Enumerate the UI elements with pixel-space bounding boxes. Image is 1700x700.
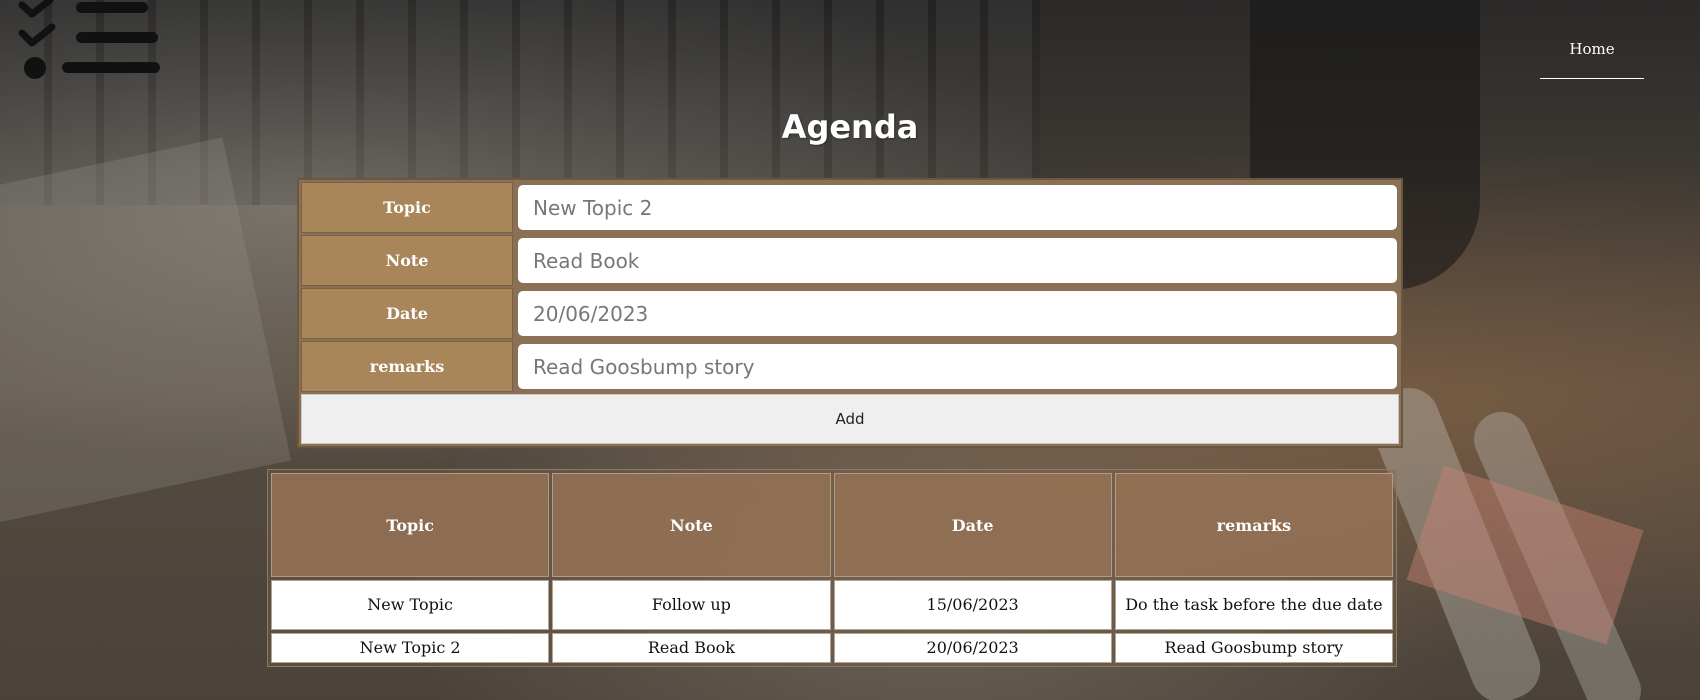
header-note: Note xyxy=(552,473,831,577)
header-topic: Topic xyxy=(271,473,550,577)
cell-topic: New Topic 2 xyxy=(271,633,550,663)
cell-note: Read Book xyxy=(552,633,831,663)
remarks-cell xyxy=(516,341,1399,392)
cell-date: 15/06/2023 xyxy=(833,580,1112,630)
background-sticky-note xyxy=(1406,465,1644,645)
checklist-icon[interactable] xyxy=(18,0,163,82)
date-input[interactable] xyxy=(518,291,1397,336)
agenda-table: Topic Note Date remarks New Topic Follow… xyxy=(267,469,1397,667)
form-row-date: Date xyxy=(301,288,1399,339)
add-row: Add xyxy=(301,394,1399,444)
remarks-label: remarks xyxy=(301,341,513,392)
date-cell xyxy=(516,288,1399,339)
form-row-note: Note xyxy=(301,235,1399,286)
note-cell xyxy=(516,235,1399,286)
date-label: Date xyxy=(301,288,513,339)
form-row-remarks: remarks xyxy=(301,341,1399,392)
header-date: Date xyxy=(833,473,1112,577)
cell-note: Follow up xyxy=(552,580,831,630)
remarks-input[interactable] xyxy=(518,344,1397,389)
note-input[interactable] xyxy=(518,238,1397,283)
table-row: New Topic Follow up 15/06/2023 Do the ta… xyxy=(271,580,1393,630)
background-notebook xyxy=(0,137,292,523)
cell-date: 20/06/2023 xyxy=(833,633,1112,663)
table-header-row: Topic Note Date remarks xyxy=(271,473,1393,577)
background-pen xyxy=(1465,403,1650,700)
cell-topic: New Topic xyxy=(271,580,550,630)
topic-cell xyxy=(516,182,1399,233)
note-label: Note xyxy=(301,235,513,286)
nav-home-link[interactable]: Home xyxy=(1540,40,1644,79)
cell-remarks: Read Goosbump story xyxy=(1114,633,1393,663)
cell-remarks: Do the task before the due date xyxy=(1114,580,1393,630)
table-row: New Topic 2 Read Book 20/06/2023 Read Go… xyxy=(271,633,1393,663)
add-button[interactable]: Add xyxy=(302,395,1398,443)
header-remarks: remarks xyxy=(1114,473,1393,577)
topic-label: Topic xyxy=(301,182,513,233)
agenda-form: Topic Note Date remarks Add xyxy=(297,178,1403,448)
topic-input[interactable] xyxy=(518,185,1397,230)
page-title: Agenda xyxy=(781,108,919,146)
form-row-topic: Topic xyxy=(301,182,1399,233)
